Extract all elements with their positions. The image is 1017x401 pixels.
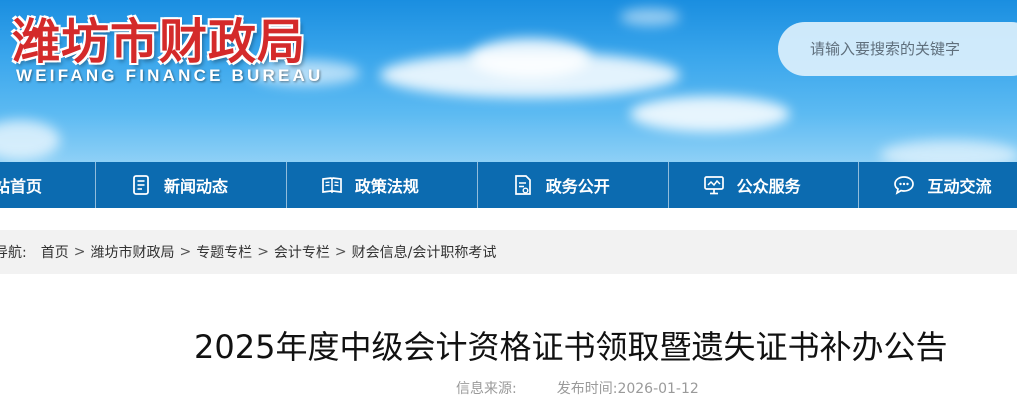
site-header: 潍坊市财政局 WEIFANG FINANCE BUREAU	[0, 0, 1017, 162]
breadcrumb-separator: >	[179, 244, 192, 260]
date-label: 发布时间:	[556, 381, 618, 397]
search-input[interactable]	[778, 22, 1017, 76]
nav-item-label: 政策法规	[354, 177, 419, 196]
nav-item-home[interactable]: 站首页	[0, 162, 96, 208]
cloud-decoration	[880, 140, 1017, 162]
nav-item-label: 互动交流	[927, 177, 992, 196]
book-icon	[321, 174, 343, 196]
cloud-decoration	[630, 96, 790, 132]
nav-item-label: 新闻动态	[163, 177, 228, 196]
monitor-icon	[703, 174, 725, 196]
nav-item-policy[interactable]: 政策法规	[287, 162, 478, 208]
breadcrumb-separator: >	[257, 244, 269, 260]
document-icon	[130, 174, 152, 196]
cloud-decoration	[620, 8, 680, 26]
chat-icon	[893, 174, 915, 196]
nav-item-news[interactable]: 新闻动态	[96, 162, 287, 208]
breadcrumb-link-topics[interactable]: 专题专栏	[196, 242, 252, 262]
nav-item-interaction[interactable]: 互动交流	[859, 162, 1017, 208]
file-check-icon	[512, 174, 534, 196]
breadcrumb-link-home[interactable]: 首页	[41, 242, 69, 262]
publish-date: 2026-01-12	[617, 381, 699, 397]
breadcrumb-link-exam-info[interactable]: 财会信息/会计职称考试	[352, 242, 497, 262]
nav-item-public-service[interactable]: 公众服务	[669, 162, 860, 208]
breadcrumb-separator: >	[73, 244, 86, 260]
breadcrumb: 导航: 首页 > 潍坊市财政局 > 专题专栏 > 会计专栏 > 财会信息/会计职…	[0, 230, 1017, 274]
nav-item-government-affairs[interactable]: 政务公开	[478, 162, 669, 208]
breadcrumb-link-accounting[interactable]: 会计专栏	[274, 242, 330, 262]
site-logo-subtitle: WEIFANG FINANCE BUREAU	[16, 66, 324, 85]
source-label: 信息来源:	[456, 381, 517, 397]
nav-item-label: 公众服务	[736, 177, 801, 196]
breadcrumb-link-bureau[interactable]: 潍坊市财政局	[90, 242, 174, 262]
nav-item-label: 政务公开	[545, 177, 610, 196]
cloud-decoration	[0, 120, 60, 160]
nav-item-label: 站首页	[0, 177, 43, 196]
article-meta: 信息来源: 发布时间:2026-01-12	[456, 378, 699, 398]
site-logo-title[interactable]: 潍坊市财政局	[12, 2, 306, 72]
cloud-decoration	[470, 38, 590, 78]
breadcrumb-separator: >	[334, 244, 347, 260]
main-nav: 站首页 新闻动态 政策法规 政务公开 公众服务 互动交流	[0, 162, 1017, 208]
article-title: 2025年度中级会计资格证书领取暨遗失证书补办公告	[194, 328, 948, 366]
breadcrumb-prefix: 导航:	[0, 245, 27, 261]
